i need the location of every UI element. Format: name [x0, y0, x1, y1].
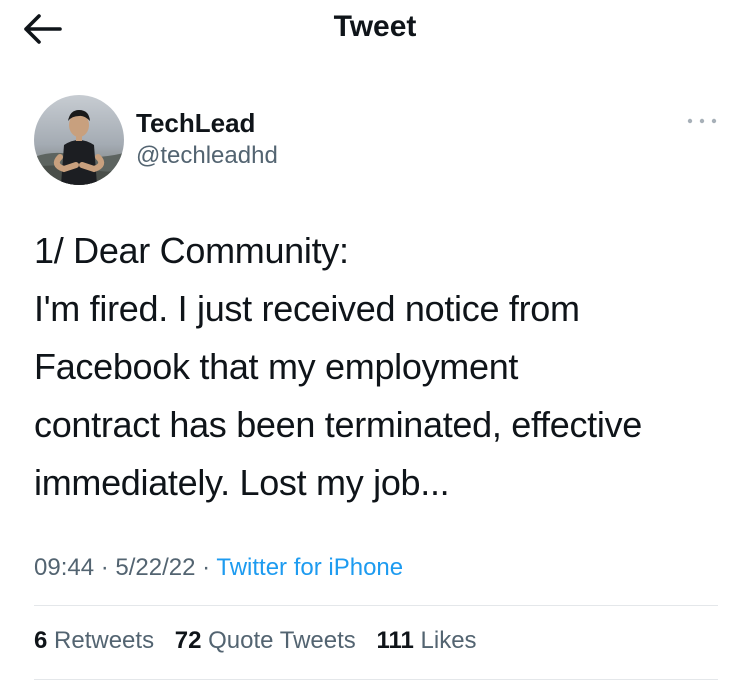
- tweet-time[interactable]: 09:44: [34, 554, 94, 581]
- tweet-line: 1/ Dear Community:: [34, 230, 349, 271]
- likes-label: Likes: [420, 627, 477, 654]
- tweet-line: immediately. Lost my job...: [34, 462, 450, 503]
- quote-tweets-label: Quote Tweets: [208, 627, 356, 654]
- engagement-stats: 6 Retweets 72 Quote Tweets 111 Likes: [34, 627, 491, 655]
- source-link[interactable]: Twitter for iPhone: [216, 554, 403, 581]
- page-title: Tweet: [333, 10, 417, 43]
- tweet-meta: 09:44 · 5/22/22 · Twitter for iPhone: [34, 554, 403, 582]
- meta-separator: ·: [195, 554, 217, 581]
- tweet-text: 1/ Dear Community: I'm fired. I just rec…: [34, 222, 724, 512]
- more-options-button[interactable]: [684, 111, 720, 131]
- tweet-line: I'm fired. I just received notice from: [34, 288, 580, 329]
- author-row: TechLead @techleadhd: [34, 95, 717, 187]
- quote-tweets-stat[interactable]: 72 Quote Tweets: [175, 627, 356, 655]
- likes-stat[interactable]: 111 Likes: [376, 627, 476, 655]
- retweets-stat[interactable]: 6 Retweets: [34, 627, 154, 655]
- display-name[interactable]: TechLead: [136, 108, 255, 139]
- top-bar: Tweet: [0, 0, 750, 56]
- tweet-line: contract has been terminated, effective: [34, 404, 642, 445]
- avatar[interactable]: [34, 95, 124, 185]
- more-horizontal-icon: [687, 118, 717, 124]
- meta-separator: ·: [94, 554, 116, 581]
- likes-count: 111: [376, 627, 414, 654]
- avatar-image: [34, 95, 124, 185]
- divider: [34, 679, 718, 680]
- retweets-label: Retweets: [54, 627, 155, 654]
- divider: [34, 605, 718, 606]
- retweets-count: 6: [34, 627, 48, 654]
- tweet-line: Facebook that my employment: [34, 346, 519, 387]
- user-handle: @techleadhd: [136, 142, 278, 169]
- tweet-date[interactable]: 5/22/22: [115, 554, 195, 581]
- quote-tweets-count: 72: [174, 627, 202, 654]
